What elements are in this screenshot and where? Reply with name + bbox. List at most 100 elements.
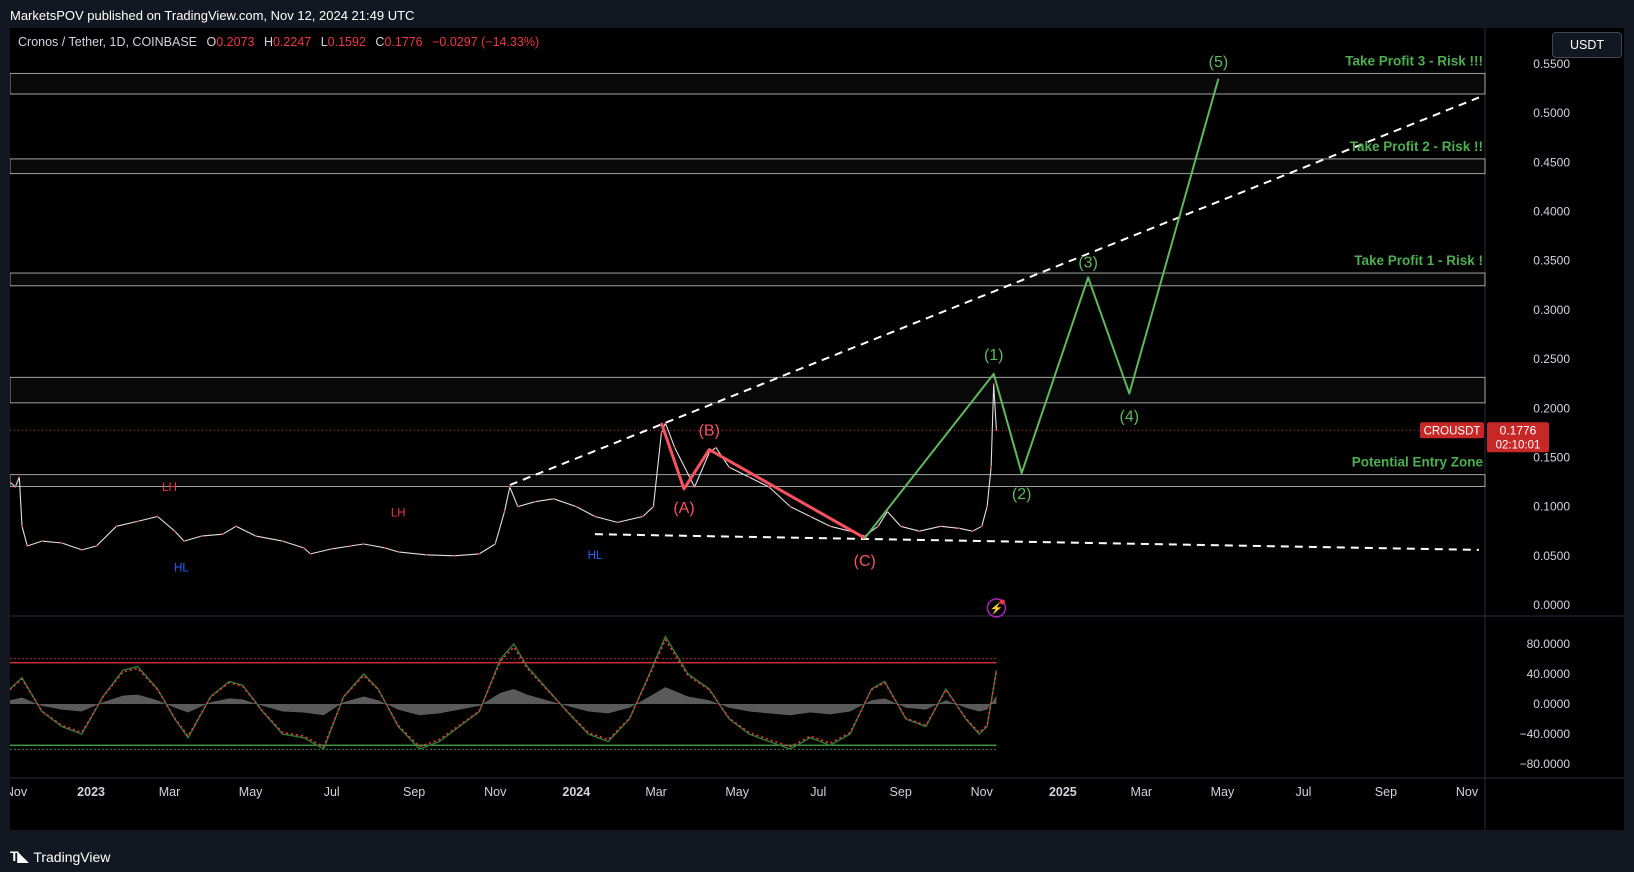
- currency-button[interactable]: USDT: [1552, 32, 1622, 58]
- time-tick-label: Jul: [810, 785, 826, 799]
- price-point: [383, 547, 386, 549]
- time-tick-label: Sep: [890, 785, 912, 799]
- symbol-name: Cronos / Tether, 1D, COINBASE: [18, 35, 198, 49]
- price-tick-label: 0.3500: [1533, 254, 1570, 268]
- price-point: [594, 515, 596, 518]
- impulse-label: (2): [1012, 486, 1032, 503]
- open-value: 0.2073: [216, 35, 255, 49]
- price-tick-label: 0.4500: [1533, 155, 1570, 169]
- low-label: L: [320, 35, 328, 49]
- price-point: [809, 515, 812, 518]
- time-tick-label: Mar: [645, 785, 667, 799]
- price-point: [508, 486, 511, 488]
- low-value: 0.1592: [327, 35, 366, 49]
- price-point: [899, 525, 902, 528]
- price-point: [95, 545, 98, 547]
- publish-info: MarketsPOV published on TradingView.com,…: [10, 8, 415, 23]
- high-value: 0.2247: [272, 35, 312, 49]
- correction-label: (A): [673, 500, 694, 517]
- zone-box: [9, 272, 1486, 287]
- price-point: [652, 505, 655, 508]
- price-point: [41, 540, 43, 542]
- price-tick-label: 0.3000: [1533, 303, 1570, 317]
- time-tick-label: Nov: [971, 785, 994, 799]
- price-point: [397, 550, 400, 553]
- swing-label: HL: [174, 563, 189, 575]
- price-point: [60, 542, 63, 544]
- price-point: [281, 540, 284, 542]
- price-point: [115, 525, 118, 528]
- price-tick-label: 0.4000: [1533, 205, 1570, 219]
- price-point: [641, 515, 644, 518]
- price-point: [156, 515, 159, 518]
- time-tick-label: May: [725, 785, 749, 799]
- osc-tick-label: 0.0000: [1533, 697, 1570, 711]
- time-tick-label: Nov: [1456, 785, 1479, 799]
- price-point: [986, 505, 988, 508]
- correction-label: (B): [699, 423, 720, 440]
- price-tick-label: 0.1500: [1533, 450, 1570, 464]
- time-tick-label: Sep: [1375, 785, 1397, 799]
- price-tick-label: 0.0000: [1533, 598, 1570, 612]
- price-point: [425, 553, 427, 556]
- price-point: [21, 525, 23, 528]
- trendline-lower: [594, 533, 1479, 551]
- price-point: [494, 543, 497, 545]
- last-price-label: 0.1776: [1500, 423, 1537, 437]
- zone-label: Take Profit 3 - Risk !!!: [1345, 53, 1483, 68]
- high-label: H: [263, 35, 273, 49]
- price-tick-label: 0.5500: [1533, 57, 1570, 71]
- time-tick-label: Jul: [1295, 785, 1311, 799]
- zone-label: Take Profit 1 - Risk !: [1354, 253, 1483, 268]
- price-point: [673, 446, 676, 449]
- zone-box: [9, 158, 1486, 175]
- osc-tick-label: 40.0000: [1527, 667, 1571, 681]
- price-point: [183, 540, 186, 542]
- price-point: [302, 547, 305, 549]
- price-point: [918, 530, 921, 533]
- osc-tick-label: 80.0000: [1527, 637, 1571, 651]
- symbol-legend: Cronos / Tether, 1D, COINBASE O0.2073 H0…: [18, 35, 539, 49]
- price-point: [173, 530, 176, 533]
- zone-label: Potential Entry Zone: [1352, 455, 1484, 470]
- impulse-label: (4): [1120, 409, 1140, 426]
- price-point: [221, 533, 224, 536]
- chart-canvas[interactable]: (A) (B) (C) (1) (2) (3) (4) (5) Take Profit 3 -…: [5, 28, 1624, 830]
- time-tick-label: 2023: [77, 785, 105, 799]
- swing-label: LH: [391, 507, 406, 519]
- price-point: [995, 429, 998, 432]
- price-point: [768, 486, 770, 488]
- price-point: [309, 552, 312, 555]
- price-point: [478, 552, 481, 555]
- price-point: [453, 554, 455, 557]
- time-tick-label: 2024: [562, 785, 590, 799]
- osc-tick-label: −80.0000: [1520, 757, 1571, 771]
- brand-name: TradingView: [33, 848, 111, 865]
- zone-label: Take Profit 2 - Risk !!: [1350, 139, 1483, 154]
- symbol-tag-label: CROUSDT: [1424, 425, 1481, 437]
- price-point: [235, 525, 237, 528]
- price-tick-label: 0.2000: [1533, 401, 1570, 415]
- price-point: [990, 466, 992, 469]
- countdown-label: 02:10:01: [1496, 439, 1541, 451]
- footer-brand[interactable]: T◣ TradingView: [10, 848, 110, 865]
- event-dot-icon: [999, 599, 1005, 605]
- price-point: [26, 545, 29, 547]
- price-point: [80, 549, 83, 551]
- price-point: [728, 466, 731, 469]
- price-point: [939, 525, 942, 528]
- chart-area[interactable]: (A) (B) (C) (1) (2) (3) (4) (5) Take Profit 3 -…: [5, 28, 1624, 830]
- price-point: [715, 446, 717, 449]
- price-tick-label: 0.1000: [1533, 500, 1570, 514]
- oscillator-layer: [9, 634, 998, 751]
- price-point: [534, 500, 537, 503]
- price-point: [575, 505, 578, 508]
- time-tick-label: Nov: [484, 785, 507, 799]
- change-value: −0.0297 (−14.33%): [432, 35, 540, 49]
- price-point: [255, 535, 257, 538]
- price-point: [136, 520, 139, 523]
- time-tick-label: Jul: [324, 785, 340, 799]
- price-point: [992, 383, 995, 385]
- osc-histogram: [10, 687, 997, 716]
- time-tick-label: Mar: [1131, 785, 1153, 799]
